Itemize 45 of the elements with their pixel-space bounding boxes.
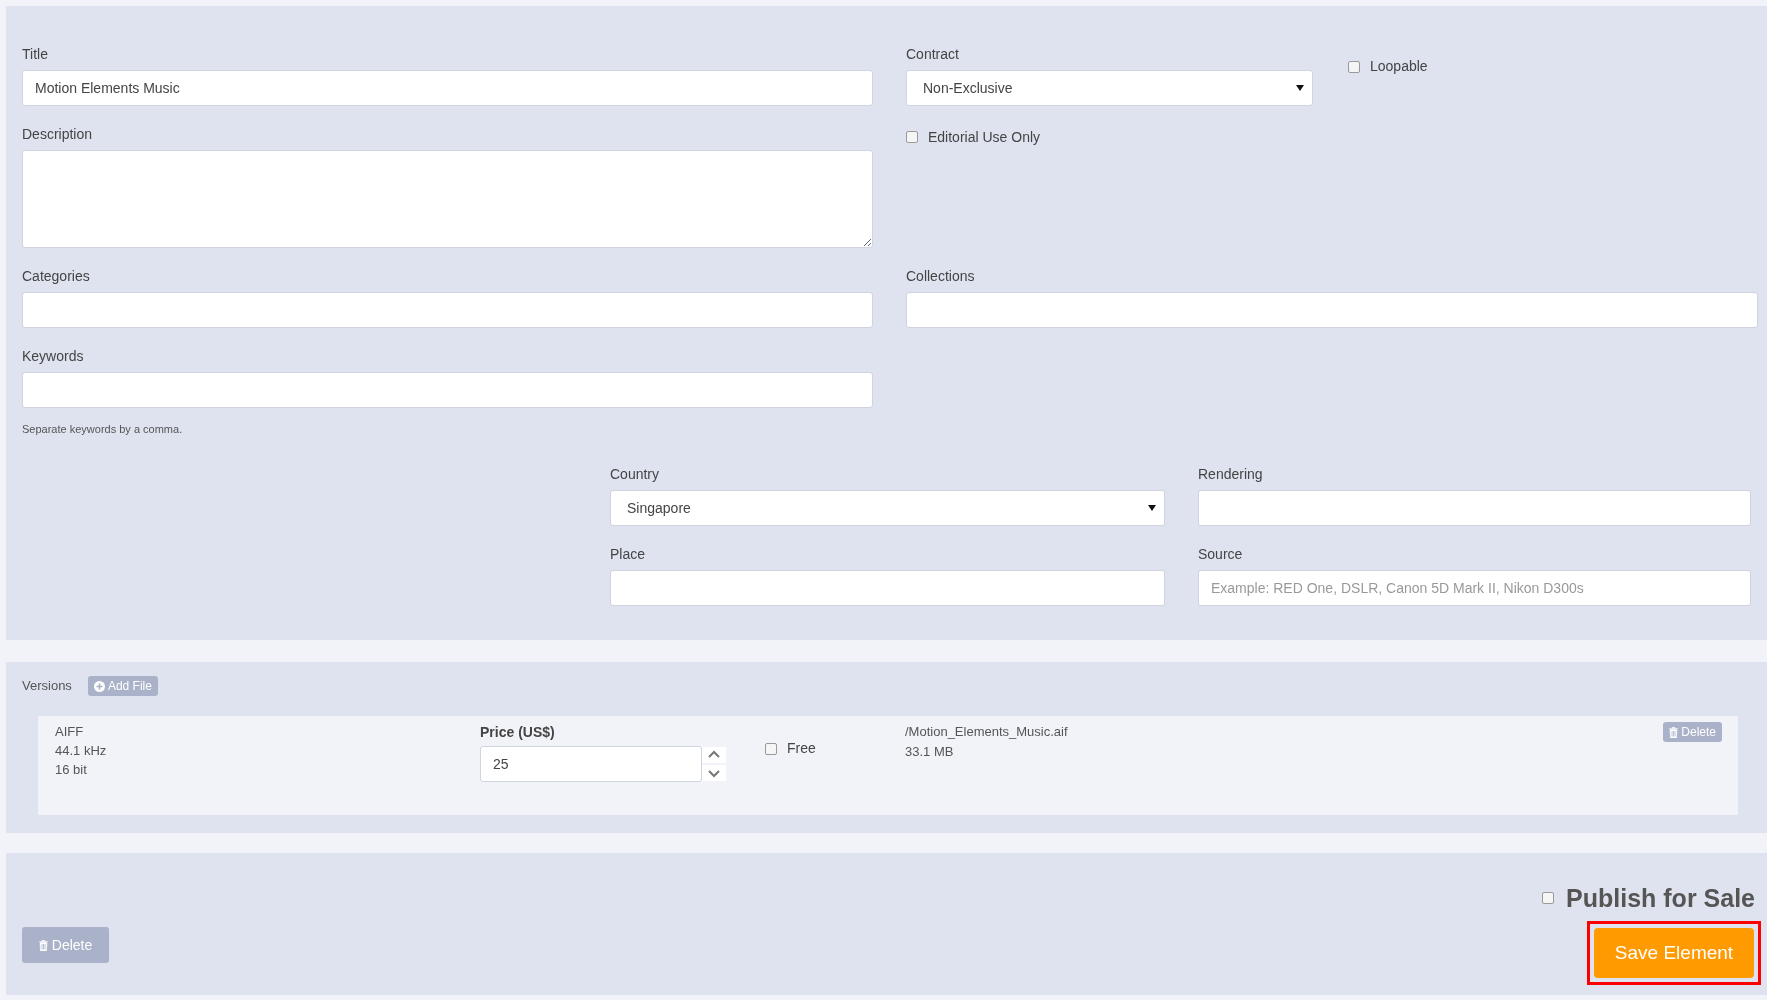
hint-text: Separate keywords by a comma. bbox=[22, 422, 184, 436]
field-label: Price (US$) bbox=[480, 723, 556, 742]
text-input[interactable] bbox=[1198, 490, 1751, 526]
plus-circle-icon bbox=[93, 680, 105, 692]
text-input[interactable] bbox=[906, 292, 1758, 328]
select-dropdown[interactable]: Singapore bbox=[610, 490, 1165, 526]
trash-icon bbox=[1669, 726, 1679, 738]
field-label: Categories bbox=[22, 267, 91, 286]
checkbox[interactable] bbox=[1542, 892, 1555, 904]
text-input[interactable]: Example: RED One, DSLR, Canon 5D Mark II, Nikon D300s bbox=[1198, 570, 1751, 606]
field-label: Collections bbox=[906, 267, 976, 286]
checkbox-label: Loopable bbox=[1370, 57, 1428, 76]
checkbox-label: Free bbox=[787, 739, 816, 758]
field-label: Contract bbox=[906, 45, 960, 64]
field-label: Place bbox=[610, 545, 647, 564]
text-area[interactable] bbox=[22, 150, 873, 248]
text-input[interactable]: Motion Elements Music bbox=[22, 70, 873, 106]
text-input[interactable] bbox=[22, 292, 873, 328]
section-label: Versions bbox=[22, 677, 72, 696]
field-label: Title bbox=[22, 45, 49, 64]
select-dropdown[interactable]: Non-Exclusive bbox=[906, 70, 1313, 106]
field-label: Rendering bbox=[1198, 465, 1264, 484]
sample-rate-text: 44.1 kHz bbox=[55, 742, 108, 760]
field-label: Description bbox=[22, 125, 94, 144]
spinner-arrows-icon[interactable] bbox=[702, 747, 726, 781]
bit-depth-text: 16 bit bbox=[55, 761, 88, 779]
field-label: Keywords bbox=[22, 347, 85, 366]
text-input[interactable] bbox=[610, 570, 1165, 606]
file-path-text: /Motion_Elements_Music.aif bbox=[905, 723, 1069, 741]
text-input[interactable] bbox=[22, 372, 873, 408]
checkbox-label: Publish for Sale bbox=[1566, 883, 1755, 913]
select-value: Singapore bbox=[627, 498, 691, 518]
number-input[interactable]: 25 bbox=[480, 746, 702, 782]
select-value: Non-Exclusive bbox=[923, 78, 1013, 98]
checkbox[interactable] bbox=[1348, 60, 1360, 73]
checkbox[interactable] bbox=[765, 742, 777, 755]
file-size-text: 33.1 MB bbox=[905, 743, 955, 761]
field-label: Country bbox=[610, 465, 661, 484]
checkbox-label: Editorial Use Only bbox=[928, 127, 1041, 147]
trash-icon bbox=[38, 939, 48, 951]
caret-icon bbox=[1148, 505, 1156, 511]
field-label: Source bbox=[1198, 545, 1244, 564]
checkbox[interactable] bbox=[906, 131, 918, 143]
format-text: AIFF bbox=[55, 723, 85, 741]
caret-icon bbox=[1296, 85, 1304, 91]
